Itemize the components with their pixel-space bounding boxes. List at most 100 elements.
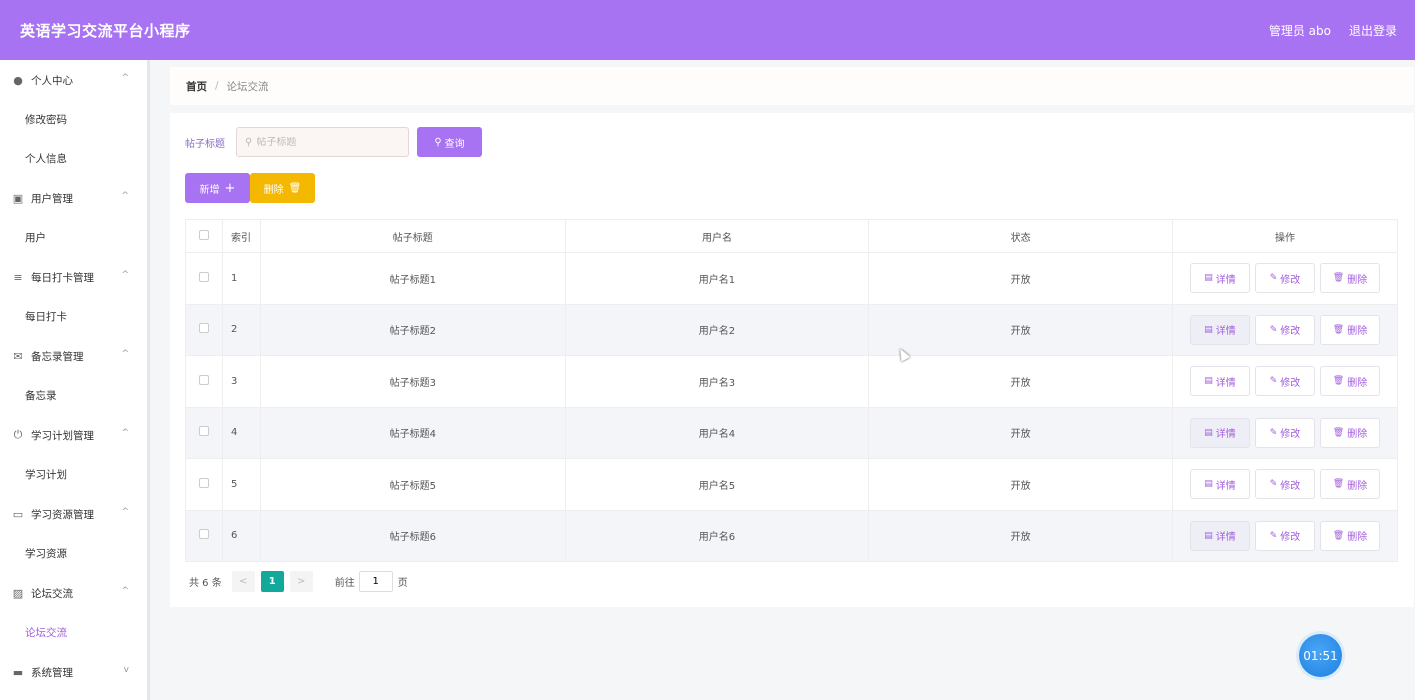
trash-icon: 🗑 xyxy=(1332,427,1345,438)
ticket-icon: ▣ xyxy=(12,191,24,205)
row-username: 用户名4 xyxy=(565,407,870,459)
sidebar-group-title[interactable]: ▬ 系统管理 v xyxy=(0,652,147,692)
row-select-cell[interactable] xyxy=(185,458,223,511)
row-checkbox[interactable] xyxy=(198,529,209,540)
sidebar-group-title[interactable]: ▭ 学习资源管理 ^ xyxy=(0,494,147,534)
posts-table: 索引 帖子标题 用户名 状态 操作 1 帖子标题1 用户名1 开放 ▤ 详情 ✎ 修改 🗑 删除 2… xyxy=(185,219,1398,562)
row-status: 开放 xyxy=(868,355,1173,408)
row-checkbox[interactable] xyxy=(198,323,209,334)
batch-delete-button[interactable]: 删除 🗑 xyxy=(250,173,315,203)
sidebar-item[interactable]: 每日打卡 xyxy=(0,297,147,336)
sidebar-group-label: 系统管理 xyxy=(31,666,73,679)
edit-button[interactable]: ✎ 修改 xyxy=(1255,469,1315,500)
row-checkbox[interactable] xyxy=(198,426,209,437)
row-select-cell[interactable] xyxy=(185,407,223,459)
delete-button[interactable]: 🗑 删除 xyxy=(1320,417,1380,448)
row-ops-group: ▤ 详情 ✎ 修改 🗑 删除 xyxy=(1173,520,1397,551)
sidebar-group-title[interactable]: ● 个人中心 ^ xyxy=(0,60,147,100)
row-checkbox[interactable] xyxy=(198,374,209,385)
chevron-up-icon: ^ xyxy=(121,73,129,83)
header-status: 状态 xyxy=(868,219,1173,253)
edit-icon: ✎ xyxy=(1269,273,1278,284)
edit-button[interactable]: ✎ 修改 xyxy=(1255,520,1315,551)
timer-badge[interactable]: 01:51 xyxy=(1299,634,1342,677)
edit-button[interactable]: ✎ 修改 xyxy=(1255,263,1315,294)
query-button[interactable]: ⚲ 查询 xyxy=(417,127,482,157)
edit-icon: ✎ xyxy=(1269,427,1278,438)
detail-button[interactable]: ▤ 详情 xyxy=(1190,314,1250,345)
table-row: 1 帖子标题1 用户名1 开放 ▤ 详情 ✎ 修改 🗑 删除 xyxy=(185,252,1398,305)
sidebar-group-title[interactable]: ≡ 每日打卡管理 ^ xyxy=(0,257,147,297)
table-header-row: 索引 帖子标题 用户名 状态 操作 xyxy=(185,219,1398,253)
sidebar-item[interactable]: 修改密码 xyxy=(0,100,147,139)
delete-button[interactable]: 🗑 删除 xyxy=(1320,314,1380,345)
sidebar-item[interactable]: 备忘录 xyxy=(0,376,147,415)
row-index: 3 xyxy=(222,355,261,408)
row-title: 帖子标题1 xyxy=(260,252,566,305)
power-icon: ⏻ xyxy=(13,428,23,441)
sidebar-item[interactable]: 个人信息 xyxy=(0,139,147,178)
header-right: 管理员 abo 退出登录 xyxy=(1269,22,1397,39)
sidebar-item[interactable]: 学习资源 xyxy=(0,534,147,573)
page-suffix: 页 xyxy=(397,578,408,589)
row-ops: ▤ 详情 ✎ 修改 🗑 删除 xyxy=(1172,510,1398,562)
edit-icon: ✎ xyxy=(1269,530,1278,541)
detail-button[interactable]: ▤ 详情 xyxy=(1190,417,1250,448)
search-box[interactable]: ⚲ xyxy=(236,127,409,157)
detail-button[interactable]: ▤ 详情 xyxy=(1190,366,1250,397)
row-checkbox[interactable] xyxy=(198,271,209,282)
row-ops-group: ▤ 详情 ✎ 修改 🗑 删除 xyxy=(1173,314,1397,345)
edit-button[interactable]: ✎ 修改 xyxy=(1255,417,1315,448)
current-user-label: 管理员 abo xyxy=(1268,24,1331,38)
edit-button[interactable]: ✎ 修改 xyxy=(1255,366,1315,397)
add-button[interactable]: 新增 + xyxy=(185,173,250,203)
detail-label: 详情 xyxy=(1215,532,1236,544)
breadcrumb-current: 论坛交流 xyxy=(226,80,269,93)
detail-button[interactable]: ▤ 详情 xyxy=(1190,469,1250,500)
mail-icon: ✉ xyxy=(13,349,23,363)
prev-page-button[interactable]: < xyxy=(231,571,255,592)
sidebar-group: ▭ 学习资源管理 ^ 学习资源 xyxy=(0,494,147,573)
row-username: 用户名5 xyxy=(565,458,870,511)
header-index: 索引 xyxy=(222,219,261,253)
search-input[interactable] xyxy=(256,136,397,148)
next-page-button[interactable]: > xyxy=(289,571,313,592)
detail-button[interactable]: ▤ 详情 xyxy=(1190,263,1250,294)
row-select-cell[interactable] xyxy=(185,355,223,408)
row-title: 帖子标题5 xyxy=(260,458,566,511)
row-checkbox[interactable] xyxy=(198,477,209,488)
search-label: 帖子标题 xyxy=(185,139,225,150)
trash-icon: 🗑 xyxy=(1332,530,1345,541)
page-number-1[interactable]: 1 xyxy=(260,571,284,592)
edit-label: 修改 xyxy=(1280,326,1301,338)
row-select-cell[interactable] xyxy=(185,510,223,562)
edit-label: 修改 xyxy=(1280,377,1301,389)
edit-button[interactable]: ✎ 修改 xyxy=(1255,314,1315,345)
row-ops: ▤ 详情 ✎ 修改 🗑 删除 xyxy=(1172,407,1398,459)
select-all-checkbox[interactable] xyxy=(198,229,209,240)
delete-button[interactable]: 🗑 删除 xyxy=(1320,366,1380,397)
sidebar-group-title[interactable]: ▣ 用户管理 ^ xyxy=(0,178,147,218)
table-row: 4 帖子标题4 用户名4 开放 ▤ 详情 ✎ 修改 🗑 删除 xyxy=(185,407,1398,459)
sidebar-group-title[interactable]: ⏻ 学习计划管理 ^ xyxy=(0,415,147,455)
sidebar-group-title[interactable]: ✉ 备忘录管理 ^ xyxy=(0,336,147,376)
breadcrumb-home[interactable]: 首页 xyxy=(186,79,207,94)
delete-button[interactable]: 🗑 删除 xyxy=(1320,263,1380,294)
logout-link[interactable]: 退出登录 xyxy=(1349,22,1397,39)
sidebar-group-title[interactable]: ▨ 论坛交流 ^ xyxy=(0,573,147,613)
sidebar-item[interactable]: 学习计划 xyxy=(0,455,147,494)
select-all-cell[interactable] xyxy=(185,219,223,253)
row-select-cell[interactable] xyxy=(185,304,223,356)
row-index: 5 xyxy=(222,458,261,511)
sidebar-item[interactable]: 论坛交流 xyxy=(0,613,147,652)
goto-page-input[interactable] xyxy=(358,571,393,592)
row-title: 帖子标题2 xyxy=(260,304,566,356)
sidebar-item[interactable]: 用户 xyxy=(0,218,147,257)
delete-button[interactable]: 🗑 删除 xyxy=(1320,520,1380,551)
row-select-cell[interactable] xyxy=(185,252,223,305)
list-icon: ≡ xyxy=(13,270,23,284)
detail-button[interactable]: ▤ 详情 xyxy=(1190,520,1250,551)
sidebar-group: ▬ 系统管理 v xyxy=(0,652,147,692)
trash-icon: 🗑 xyxy=(1332,479,1345,490)
delete-button[interactable]: 🗑 删除 xyxy=(1320,469,1380,500)
